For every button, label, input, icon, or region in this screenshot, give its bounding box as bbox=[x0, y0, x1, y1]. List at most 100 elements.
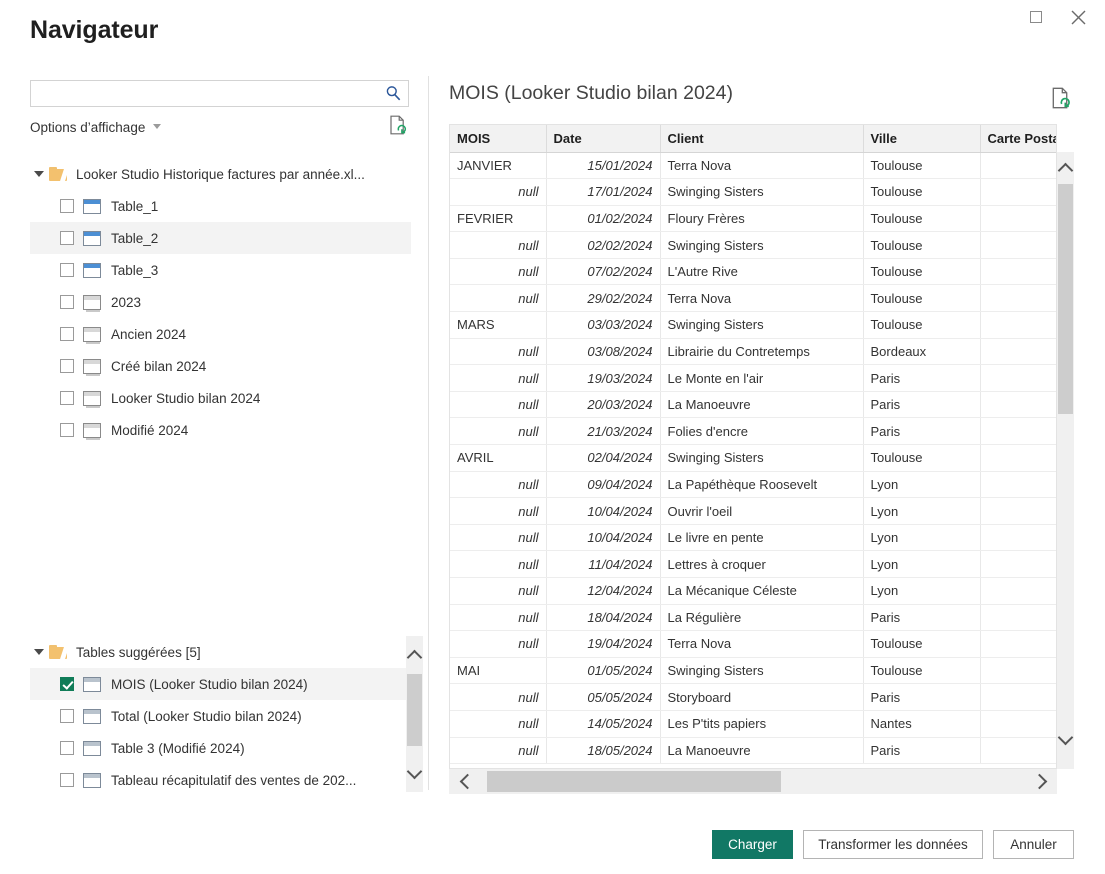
column-header-mois[interactable]: MOIS bbox=[450, 125, 547, 153]
table-row[interactable]: null 18/04/2024 La Régulière Paris bbox=[450, 604, 1056, 632]
preview-title: MOIS (Looker Studio bilan 2024) bbox=[449, 82, 733, 104]
window-controls bbox=[1015, 0, 1099, 34]
checkbox[interactable] bbox=[60, 741, 74, 755]
scroll-left-button[interactable] bbox=[449, 769, 481, 794]
suggested-item-total[interactable]: Total (Looker Studio bilan 2024) bbox=[30, 700, 411, 732]
checkbox[interactable] bbox=[60, 773, 74, 787]
table-cell-client: L'Autre Rive bbox=[660, 258, 864, 286]
table-cell-carte-postale bbox=[980, 604, 1056, 632]
checkbox[interactable] bbox=[60, 263, 74, 277]
table-row[interactable]: null 29/02/2024 Terra Nova Toulouse bbox=[450, 284, 1056, 313]
table-row[interactable]: null 10/04/2024 Le livre en pente Lyon bbox=[450, 524, 1056, 552]
table-row[interactable]: null 03/08/2024 Librairie du Contretemps Bo… bbox=[450, 338, 1056, 366]
table-body: JANVIER 15/01/2024 Terra Nova Toulouse null 1… bbox=[450, 152, 1056, 765]
table-row[interactable]: MARS 03/03/2024 Swinging Sisters Toulouse bbox=[450, 311, 1056, 339]
tree-item-looker-studio-bilan-2024[interactable]: Looker Studio bilan 2024 bbox=[30, 382, 411, 414]
preview-horizontal-scrollbar[interactable] bbox=[449, 769, 1057, 794]
table-row[interactable]: null 07/02/2024 L'Autre Rive Toulouse bbox=[450, 258, 1056, 286]
table-cell-client: Terra Nova bbox=[660, 630, 864, 658]
scroll-right-button[interactable] bbox=[1025, 769, 1057, 794]
table-row[interactable]: null 12/04/2024 La Mécanique Céleste Lyon bbox=[450, 577, 1056, 605]
table-row[interactable]: null 19/04/2024 Terra Nova Toulouse bbox=[450, 630, 1056, 658]
tree-item-ancien-2024[interactable]: Ancien 2024 bbox=[30, 318, 411, 350]
table-row[interactable]: null 20/03/2024 La Manoeuvre Paris bbox=[450, 391, 1056, 419]
table-row[interactable]: null 11/04/2024 Lettres à croquer Lyon bbox=[450, 550, 1056, 578]
scrollbar-thumb[interactable] bbox=[487, 771, 781, 792]
checkbox[interactable] bbox=[60, 231, 74, 245]
table-cell-ville: Paris bbox=[863, 364, 981, 392]
table-row[interactable]: null 21/03/2024 Folies d'encre Paris bbox=[450, 417, 1056, 446]
transform-data-button[interactable]: Transformer les données bbox=[803, 830, 983, 859]
scrollbar-thumb[interactable] bbox=[407, 674, 422, 746]
search-input[interactable] bbox=[30, 80, 409, 107]
scroll-up-button[interactable] bbox=[406, 644, 423, 666]
checkbox[interactable] bbox=[60, 199, 74, 213]
table-cell-client: La Régulière bbox=[660, 604, 864, 632]
search-icon[interactable] bbox=[384, 84, 403, 103]
column-header-carte-postale[interactable]: Carte Postale bbox=[980, 125, 1056, 153]
checkbox[interactable] bbox=[60, 391, 74, 405]
table-cell-client: La Mécanique Céleste bbox=[660, 577, 864, 605]
table-cell-carte-postale bbox=[980, 205, 1056, 233]
suggested-item-tableau-recapitulatif[interactable]: Tableau récapitulatif des ventes de 202.… bbox=[30, 764, 411, 796]
checkbox-checked[interactable] bbox=[60, 677, 74, 691]
tree-item-2023[interactable]: 2023 bbox=[30, 286, 411, 318]
chevron-down-icon[interactable] bbox=[153, 124, 162, 129]
checkbox[interactable] bbox=[60, 423, 74, 437]
checkbox[interactable] bbox=[60, 327, 74, 341]
scrollbar-thumb[interactable] bbox=[1058, 184, 1073, 414]
scroll-down-button[interactable] bbox=[406, 762, 423, 784]
table-row[interactable]: null 09/04/2024 La Papéthèque Roosevelt Lyo… bbox=[450, 471, 1056, 499]
tree-root-folder[interactable]: Looker Studio Historique factures par an… bbox=[30, 158, 411, 190]
table-cell-ville: Paris bbox=[863, 391, 981, 419]
tree-item-table-1[interactable]: Table_1 bbox=[30, 190, 411, 222]
table-cell-carte-postale bbox=[980, 364, 1056, 392]
column-header-date[interactable]: Date bbox=[546, 125, 661, 153]
table-cell-client: Le livre en pente bbox=[660, 524, 864, 552]
caret-down-icon[interactable] bbox=[34, 649, 44, 655]
suggested-item-label: Tableau récapitulatif des ventes de 202.… bbox=[111, 772, 357, 788]
display-options-button[interactable]: Options d’affichage bbox=[30, 120, 145, 135]
tree-root-label: Looker Studio Historique factures par an… bbox=[76, 166, 365, 182]
scroll-down-button[interactable] bbox=[1057, 729, 1074, 749]
load-button[interactable]: Charger bbox=[712, 830, 793, 859]
checkbox[interactable] bbox=[60, 295, 74, 309]
refresh-document-icon[interactable] bbox=[389, 115, 407, 135]
table-row[interactable]: null 05/05/2024 Storyboard Paris bbox=[450, 683, 1056, 711]
cancel-button[interactable]: Annuler bbox=[993, 830, 1074, 859]
column-header-client[interactable]: Client bbox=[660, 125, 864, 153]
checkbox[interactable] bbox=[60, 359, 74, 373]
table-cell-client: Les P'tits papiers bbox=[660, 710, 864, 738]
table-row[interactable]: FEVRIER 01/02/2024 Floury Frères Toulouse bbox=[450, 205, 1056, 233]
scroll-up-button[interactable] bbox=[1057, 158, 1074, 178]
column-header-ville[interactable]: Ville bbox=[863, 125, 981, 153]
table-cell-mois: null bbox=[450, 338, 547, 366]
left-tree-scrollbar[interactable] bbox=[406, 636, 423, 792]
table-row[interactable]: null 18/05/2024 La Manoeuvre Paris bbox=[450, 737, 1056, 765]
table-row[interactable]: null 10/04/2024 Ouvrir l'oeil Lyon bbox=[450, 497, 1056, 525]
table-row[interactable]: null 19/03/2024 Le Monte en l'air Paris bbox=[450, 364, 1056, 392]
table-cell-client: La Manoeuvre bbox=[660, 737, 864, 765]
suggested-tables-folder[interactable]: Tables suggérées [5] bbox=[30, 636, 411, 668]
maximize-button[interactable] bbox=[1015, 2, 1057, 32]
tree-item-cree-bilan-2024[interactable]: Créé bilan 2024 bbox=[30, 350, 411, 382]
tree-item-table-3[interactable]: Table_3 bbox=[30, 254, 411, 286]
table-cell-mois: JANVIER bbox=[450, 152, 547, 180]
table-cell-carte-postale bbox=[980, 524, 1056, 552]
table-row[interactable]: MAI 01/05/2024 Swinging Sisters Toulouse bbox=[450, 657, 1056, 685]
tree-item-table-2[interactable]: Table_2 bbox=[30, 222, 411, 254]
preview-vertical-scrollbar[interactable] bbox=[1057, 152, 1074, 769]
caret-down-icon[interactable] bbox=[34, 171, 44, 177]
tree-item-modifie-2024[interactable]: Modifié 2024 bbox=[30, 414, 411, 446]
suggested-item-mois[interactable]: MOIS (Looker Studio bilan 2024) bbox=[30, 668, 411, 700]
table-cell-mois: null bbox=[450, 284, 547, 313]
table-row[interactable]: null 02/02/2024 Swinging Sisters Toulouse bbox=[450, 231, 1056, 259]
checkbox[interactable] bbox=[60, 709, 74, 723]
table-row[interactable]: JANVIER 15/01/2024 Terra Nova Toulouse bbox=[450, 152, 1056, 180]
suggested-item-table-3[interactable]: Table 3 (Modifié 2024) bbox=[30, 732, 411, 764]
refresh-document-icon[interactable] bbox=[1051, 87, 1071, 109]
close-button[interactable] bbox=[1057, 2, 1099, 32]
table-row[interactable]: AVRIL 02/04/2024 Swinging Sisters Toulouse bbox=[450, 444, 1056, 472]
table-row[interactable]: null 14/05/2024 Les P'tits papiers Nantes bbox=[450, 710, 1056, 738]
table-row[interactable]: null 17/01/2024 Swinging Sisters Toulouse bbox=[450, 178, 1056, 206]
